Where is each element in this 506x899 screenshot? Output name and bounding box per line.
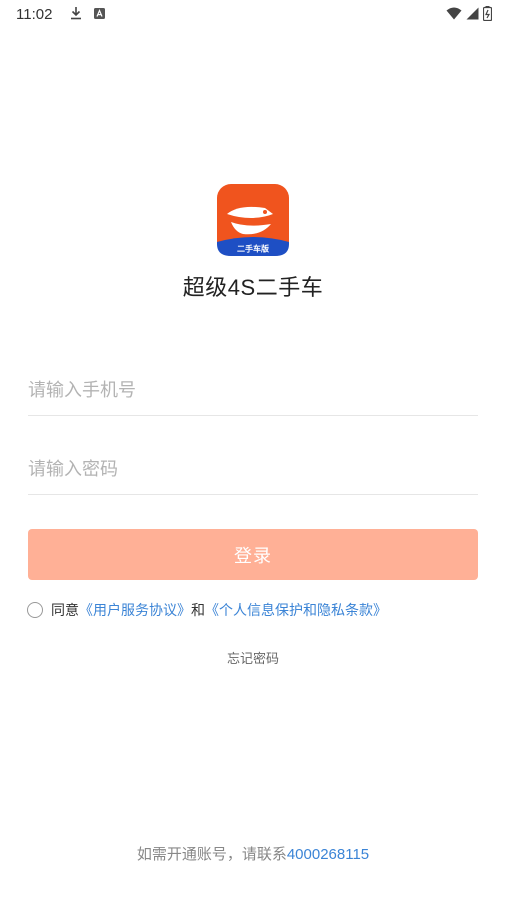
agreement-prefix: 同意 [51, 602, 79, 618]
agreement-and: 和 [191, 602, 205, 618]
terms-link[interactable]: 《用户服务协议》 [79, 600, 191, 620]
phone-input[interactable] [28, 365, 478, 415]
contact-text: 如需开通账号，请联系 [136, 846, 287, 863]
wifi-icon [446, 7, 462, 20]
agreement-row: 同意 《用户服务协议》 和 《个人信息保护和隐私条款》 [27, 599, 387, 621]
agreement-checkbox[interactable] [27, 602, 43, 618]
contact-line: 如需开通账号，请联系4000268115 [0, 843, 506, 864]
logo-badge-text: 二手车版 [237, 244, 269, 254]
forgot-password-link[interactable]: 忘记密码 [0, 648, 506, 667]
status-time: 11:02 [16, 6, 53, 23]
signal-icon [466, 7, 479, 20]
privacy-link[interactable]: 《个人信息保护和隐私条款》 [205, 600, 387, 620]
a-badge-icon [94, 7, 105, 19]
app-name: 超级4S二手车 [182, 275, 324, 300]
login-button[interactable]: 登录 [28, 529, 478, 580]
phone-field-container [28, 365, 478, 416]
password-field-container [28, 444, 478, 495]
status-bar: 11:02 [0, 0, 506, 28]
app-logo: 二手车版 [217, 184, 289, 256]
password-input[interactable] [28, 444, 478, 494]
battery-icon [483, 6, 492, 21]
download-icon [70, 6, 82, 20]
contact-phone-link[interactable]: 4000268115 [287, 846, 369, 863]
